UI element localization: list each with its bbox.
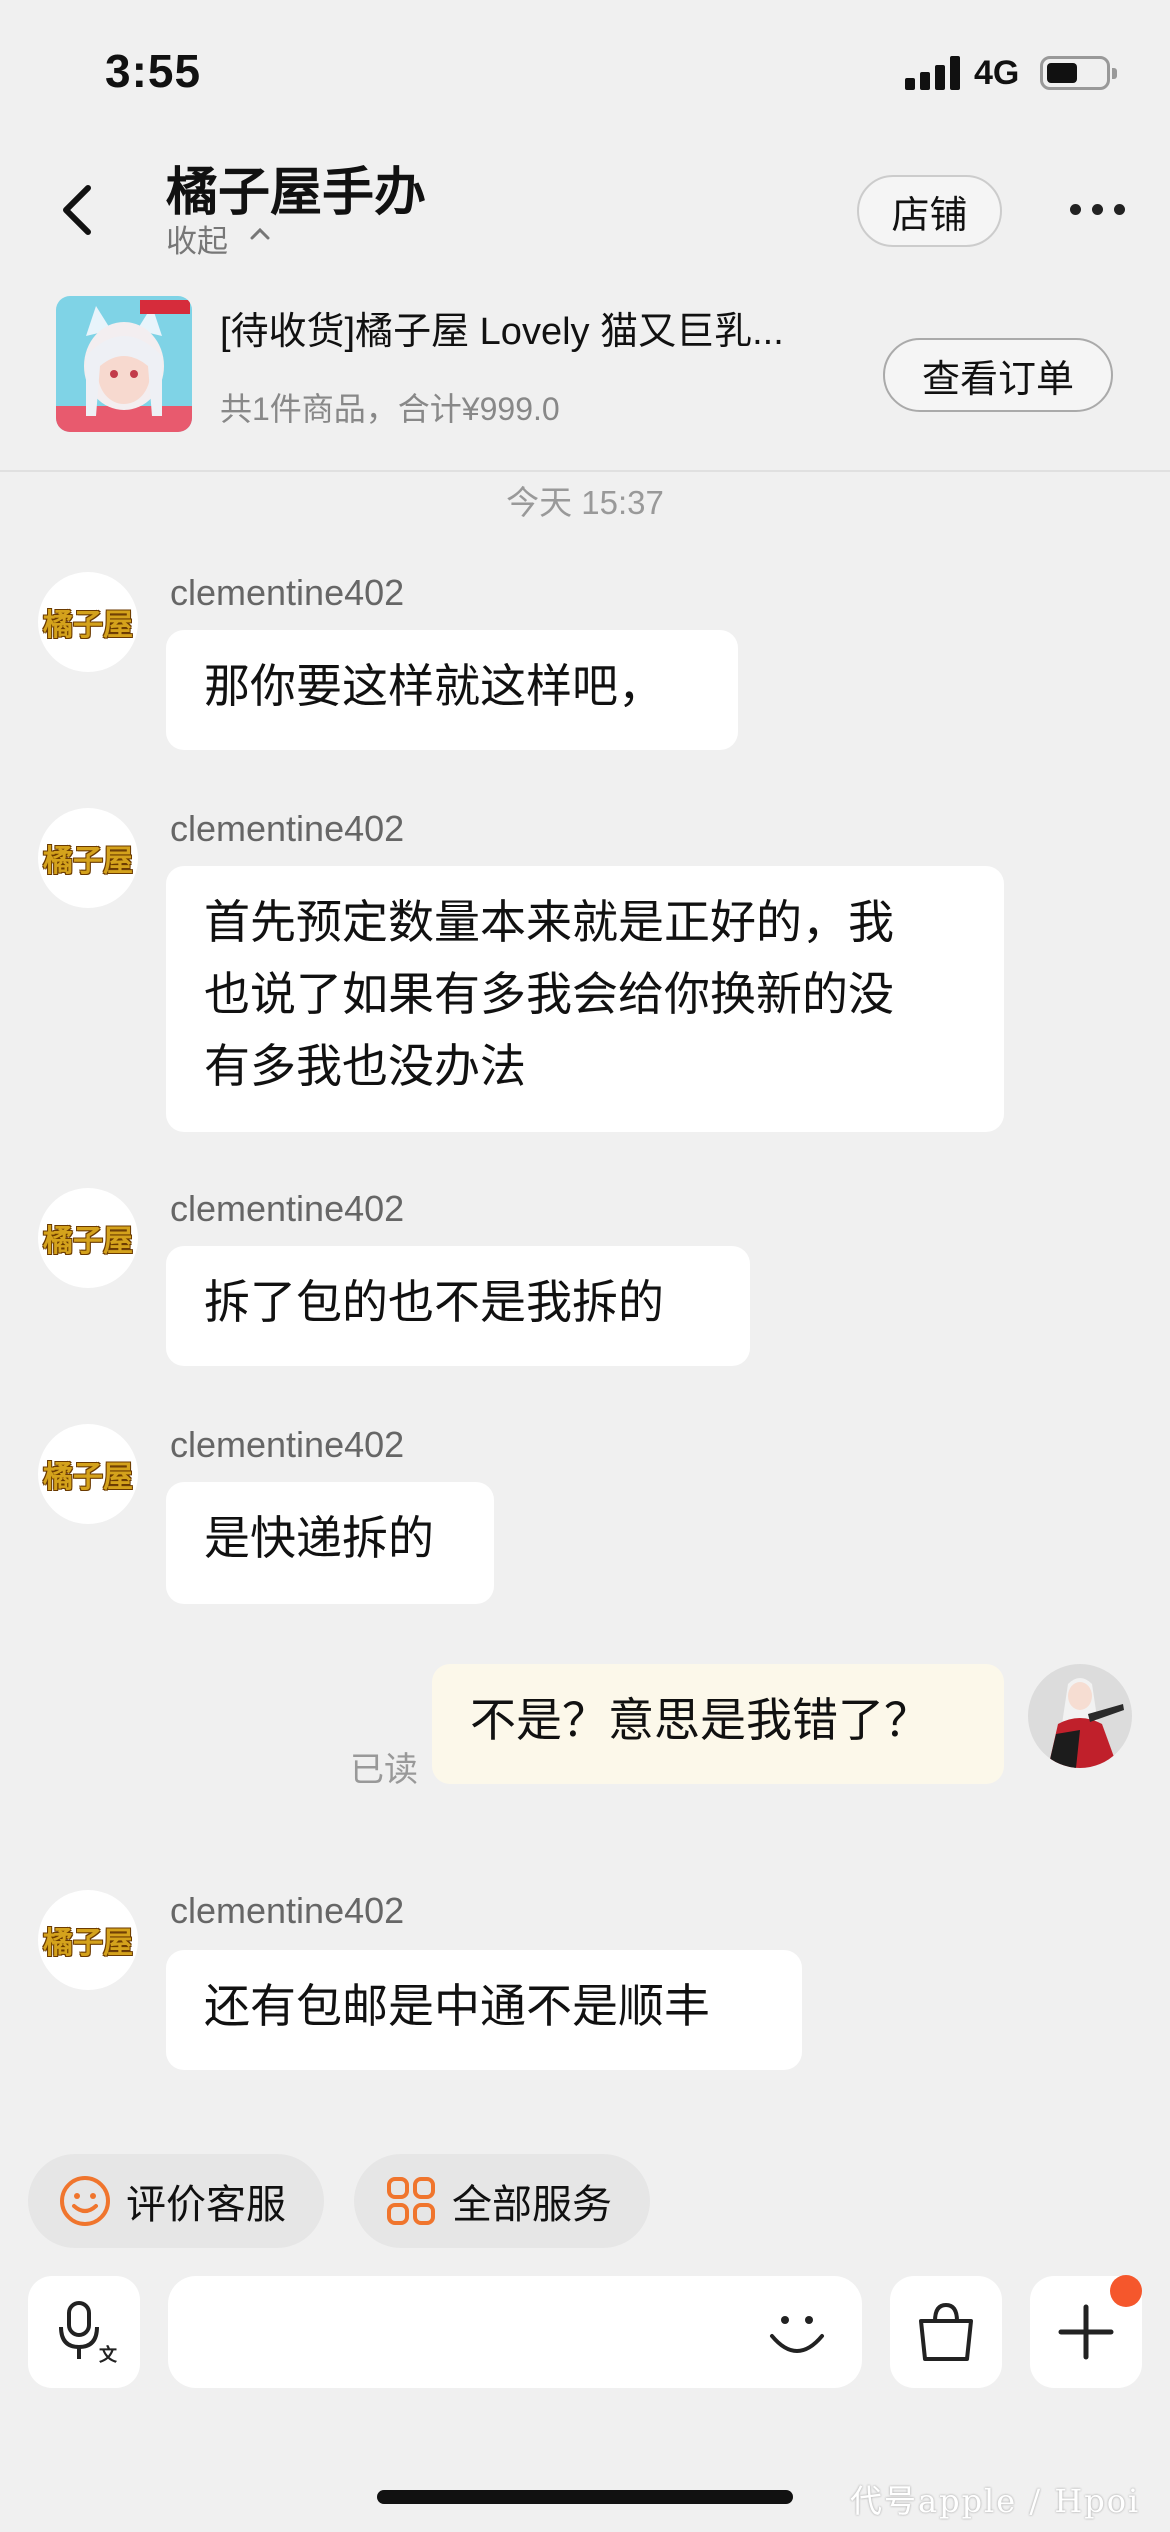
chat-timestamp: 今天 15:37 [506, 484, 664, 521]
my-message-bubble[interactable]: 不是？意思是我错了？ [432, 1664, 1004, 1784]
message-text: 拆了包的也不是我拆的 [204, 1276, 664, 1328]
message-sender: clementine402 [170, 1188, 405, 1229]
my-avatar[interactable] [1028, 1664, 1132, 1768]
watermark: 代号apple / Hpoi [850, 2482, 1141, 2520]
message-bubble[interactable]: 还有包邮是中通不是顺丰 [166, 1950, 802, 2070]
svg-text:文: 文 [99, 2344, 118, 2365]
message-bubble[interactable]: 那你要这样就这样吧， [166, 630, 738, 750]
message-text: 那你要这样就这样吧， [204, 660, 664, 712]
chip-label: 全部服务 [452, 2183, 612, 2227]
order-summary: 共1件商品，合计¥999.0 [220, 391, 560, 427]
product-thumbnail[interactable] [56, 296, 192, 432]
status-time: 3:55 [105, 45, 202, 97]
message-bubble[interactable]: 是快递拆的 [166, 1482, 494, 1604]
message-text: 是快递拆的 [204, 1512, 434, 1564]
collapse-toggle[interactable]: 收起 [166, 216, 228, 261]
home-indicator[interactable] [377, 2490, 793, 2504]
chevron-up-icon[interactable] [248, 222, 272, 246]
message-bubble[interactable]: 首先预定数量本来就是正好的，我 也说了如果有多我会给你换新的没 有多我也没办法 [166, 866, 1004, 1132]
rate-service-chip[interactable]: 评价客服 [28, 2154, 324, 2248]
shop-avatar[interactable]: 橘子屋 [38, 572, 138, 672]
shopping-bag-icon [919, 2302, 973, 2361]
cellular-signal-icon [905, 54, 961, 90]
back-arrow-icon[interactable] [50, 180, 110, 240]
message-sender: clementine402 [170, 572, 405, 613]
order-title[interactable]: [待收货]橘子屋 Lovely 猫又巨乳... [220, 300, 870, 355]
smile-icon [60, 2176, 110, 2226]
message-text: 不是？意思是我错了？ [470, 1694, 930, 1746]
shop-avatar[interactable]: 橘子屋 [38, 1890, 138, 1990]
view-order-button[interactable]: 查看订单 [883, 338, 1113, 412]
read-status: 已读 [350, 1751, 418, 1789]
battery-icon [1040, 56, 1117, 90]
message-bubble[interactable]: 拆了包的也不是我拆的 [166, 1246, 750, 1366]
shop-avatar[interactable]: 橘子屋 [38, 808, 138, 908]
shop-avatar[interactable]: 橘子屋 [38, 1424, 138, 1524]
header-divider [0, 470, 1170, 472]
all-services-chip[interactable]: 全部服务 [354, 2154, 650, 2248]
grid-icon [387, 2177, 435, 2225]
store-button[interactable]: 店铺 [857, 175, 1002, 247]
shop-avatar[interactable]: 橘子屋 [38, 1188, 138, 1288]
chip-label: 评价客服 [126, 2183, 286, 2227]
order-bag-button[interactable] [890, 2276, 1002, 2388]
message-text: 还有包邮是中通不是顺丰 [204, 1980, 710, 2032]
plus-icon [1058, 2304, 1114, 2360]
message-sender: clementine402 [170, 1424, 405, 1465]
emoji-icon[interactable] [762, 2296, 832, 2366]
shop-title: 橘子屋手办 [166, 164, 427, 222]
message-sender: clementine402 [170, 1890, 405, 1931]
message-text-line: 有多我也没办法 [204, 1040, 526, 1092]
network-type: 4G [974, 54, 1020, 92]
message-text-line: 首先预定数量本来就是正好的，我 [204, 896, 894, 948]
notification-dot [1110, 2275, 1142, 2307]
message-sender: clementine402 [170, 808, 405, 849]
message-text-line: 也说了如果有多我会给你换新的没 [204, 968, 894, 1020]
microphone-icon: 文 [59, 2301, 118, 2365]
message-input[interactable] [168, 2276, 862, 2388]
more-options-icon[interactable] [1070, 204, 1126, 216]
voice-input-button[interactable]: 文 [28, 2276, 140, 2388]
